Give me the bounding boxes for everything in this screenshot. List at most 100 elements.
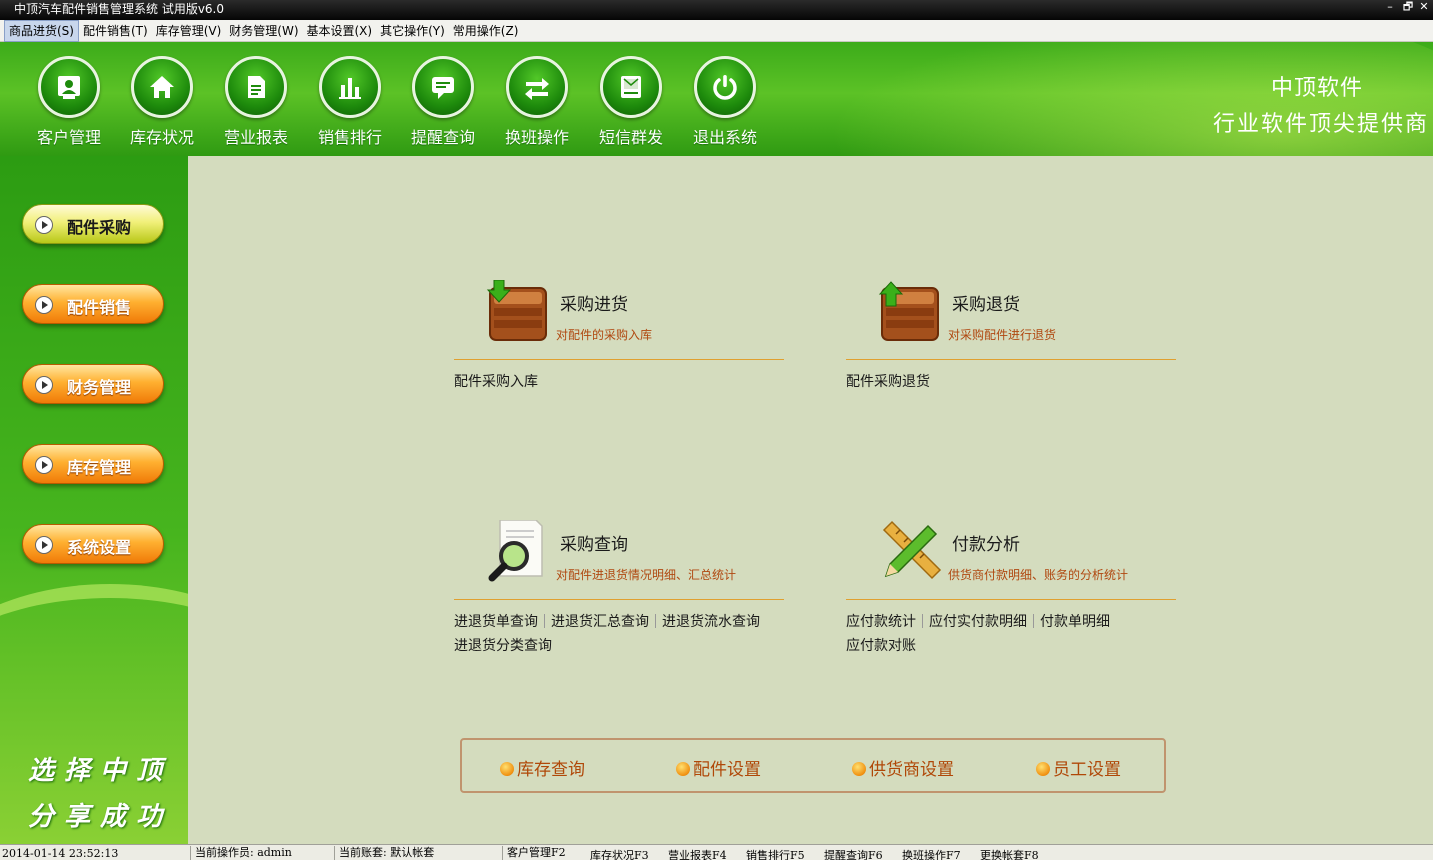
sidebar-item-label: 配件销售 — [67, 298, 132, 317]
card-description: 对采购配件进行退货 — [948, 328, 1057, 342]
link-payable-paid-detail[interactable]: 应付实付款明细 — [929, 614, 1027, 630]
card-purchase-in: 采购进货 对配件的采购入库 配件采购入库 — [454, 279, 784, 400]
toolbar-sms-button[interactable]: 短信群发 — [591, 56, 671, 148]
slogan: 选择中顶 分享成功 — [28, 748, 172, 840]
card-divider — [454, 599, 784, 600]
status-shortcut-shift[interactable]: 换班操作F7 — [902, 847, 961, 860]
card-links: 应付款统计 应付实付款明细 付款单明细 应付款对账 — [846, 610, 1186, 658]
status-account: 当前账套: 默认帐套 — [334, 846, 434, 860]
status-bar: 2014-01-14 23:52:13 当前操作员: admin 当前账套: 默… — [0, 844, 1433, 860]
link-separator — [655, 614, 656, 628]
quick-label: 员工设置 — [1053, 760, 1121, 780]
link-separator — [544, 614, 545, 628]
link-in-out-summary-query[interactable]: 进退货汇总查询 — [551, 614, 649, 630]
sidebar-item-inventory[interactable]: 库存管理 — [22, 444, 164, 484]
menu-basic-settings[interactable]: 基本设置(X) — [303, 21, 377, 41]
menu-common-ops[interactable]: 常用操作(Z) — [449, 21, 523, 41]
toolbar-label: 换班操作 — [504, 128, 569, 147]
sidebar-item-parts-sales[interactable]: 配件销售 — [22, 284, 164, 324]
card-divider — [846, 599, 1176, 600]
quick-links-bar: 库存查询 配件设置 供货商设置 员工设置 — [460, 738, 1166, 793]
quick-label: 供货商设置 — [869, 760, 954, 780]
quick-inventory-query-button[interactable]: 库存查询 — [500, 755, 585, 780]
quick-parts-settings-button[interactable]: 配件设置 — [676, 755, 761, 780]
link-in-out-category-query[interactable]: 进退货分类查询 — [454, 638, 552, 654]
toolbar-sales-ranking-button[interactable]: 销售排行 — [310, 56, 390, 148]
main-content: 采购进货 对配件的采购入库 配件采购入库 采购退货 对采购配件进行退货 配件采购… — [188, 156, 1433, 844]
bullet-icon — [500, 762, 514, 776]
play-icon — [35, 296, 53, 314]
minimize-icon[interactable]: – — [1383, 0, 1397, 18]
sidebar-item-label: 库存管理 — [67, 458, 132, 477]
toolbar-label: 提醒查询 — [410, 128, 475, 147]
toolbar-exit-button[interactable]: 退出系统 — [685, 56, 765, 148]
power-icon — [694, 56, 756, 118]
menu-inventory[interactable]: 库存管理(V) — [152, 21, 226, 41]
sidebar-item-label: 系统设置 — [67, 538, 132, 557]
status-shortcut-reminder[interactable]: 提醒查询F6 — [824, 847, 883, 860]
status-shortcut-inventory[interactable]: 库存状况F3 — [590, 847, 649, 860]
window-title: 中顶汽车配件销售管理系统 试用版v6.0 — [14, 2, 225, 16]
card-description: 对配件的采购入库 — [556, 328, 653, 342]
pencil-ruler-icon[interactable] — [878, 520, 942, 584]
link-parts-purchase-return[interactable]: 配件采购退货 — [846, 374, 930, 390]
toolbar-label: 库存状况 — [129, 128, 194, 147]
brand-block: 中顶软件 行业软件顶尖提供商 — [1169, 70, 1429, 138]
toolbar-reminder-button[interactable]: 提醒查询 — [403, 56, 483, 148]
card-title[interactable]: 采购退货 — [952, 290, 1020, 315]
status-shortcut-ranking[interactable]: 销售排行F5 — [746, 847, 805, 860]
link-payment-order-detail[interactable]: 付款单明细 — [1040, 614, 1110, 630]
toolbar-label: 销售排行 — [317, 128, 382, 147]
menu-parts-sales[interactable]: 配件销售(T) — [79, 21, 152, 41]
close-icon[interactable]: ✕ — [1417, 0, 1431, 18]
slogan-line: 选择中顶 — [28, 756, 173, 786]
card-title[interactable]: 采购进货 — [560, 290, 628, 315]
sidebar-item-parts-purchase[interactable]: 配件采购 — [22, 204, 164, 244]
card-links: 进退货单查询 进退货汇总查询 进退货流水查询 进退货分类查询 — [454, 610, 794, 658]
play-icon — [35, 216, 53, 234]
link-separator — [1033, 614, 1034, 628]
card-purchase-return: 采购退货 对采购配件进行退货 配件采购退货 — [846, 280, 1176, 400]
link-separator — [922, 614, 923, 628]
link-in-out-order-query[interactable]: 进退货单查询 — [454, 614, 538, 630]
link-parts-purchase-in[interactable]: 配件采购入库 — [454, 374, 538, 390]
card-divider — [846, 359, 1176, 360]
toolbar-label: 营业报表 — [223, 128, 288, 147]
toolbar-customer-button[interactable]: 客户管理 — [29, 56, 109, 148]
quick-supplier-settings-button[interactable]: 供货商设置 — [852, 755, 954, 780]
swap-icon — [506, 56, 568, 118]
status-shortcut-report[interactable]: 营业报表F4 — [668, 847, 727, 860]
card-links: 配件采购入库 — [454, 370, 794, 394]
bar-chart-icon — [319, 56, 381, 118]
sidebar-item-finance[interactable]: 财务管理 — [22, 364, 164, 404]
link-payable-stats[interactable]: 应付款统计 — [846, 614, 916, 630]
box-in-icon[interactable] — [486, 279, 550, 344]
link-in-out-flow-query[interactable]: 进退货流水查询 — [662, 614, 760, 630]
bullet-icon — [1036, 762, 1050, 776]
menu-other-ops[interactable]: 其它操作(Y) — [376, 21, 449, 41]
menu-bar: 商品进货(S) 配件销售(T) 库存管理(V) 财务管理(W) 基本设置(X) … — [0, 19, 1433, 42]
quick-staff-settings-button[interactable]: 员工设置 — [1036, 755, 1121, 780]
sidebar-item-system-settings[interactable]: 系统设置 — [22, 524, 164, 564]
status-shortcut-account-switch[interactable]: 更换帐套F8 — [980, 847, 1039, 860]
sidebar-item-label: 配件采购 — [67, 218, 132, 237]
menu-finance[interactable]: 财务管理(W) — [225, 21, 302, 41]
sms-icon — [600, 56, 662, 118]
slogan-line: 分享成功 — [28, 802, 173, 832]
brand-tagline: 行业软件顶尖提供商 — [1212, 112, 1429, 137]
link-payable-reconcile[interactable]: 应付款对账 — [846, 638, 916, 654]
toolbar-header: 客户管理 库存状况 营业报表 销售排行 提醒查询 换班操作 短信群发 退出系统 … — [0, 42, 1433, 156]
restore-icon[interactable]: 🗗 — [1401, 0, 1415, 18]
menu-goods-purchase[interactable]: 商品进货(S) — [4, 19, 79, 42]
magnifier-doc-icon[interactable] — [486, 519, 550, 584]
status-shortcut-customer[interactable]: 客户管理F2 — [502, 846, 566, 860]
toolbar-label: 客户管理 — [36, 128, 101, 147]
card-payment-analysis: 付款分析 供货商付款明细、账务的分析统计 应付款统计 应付实付款明细 付款单明细 应… — [846, 520, 1176, 660]
toolbar-shift-change-button[interactable]: 换班操作 — [497, 56, 577, 148]
box-out-icon[interactable] — [878, 280, 942, 344]
card-description: 供货商付款明细、账务的分析统计 — [948, 568, 1129, 582]
card-title[interactable]: 采购查询 — [560, 530, 628, 555]
toolbar-report-button[interactable]: 营业报表 — [216, 56, 296, 148]
toolbar-inventory-status-button[interactable]: 库存状况 — [122, 56, 202, 148]
card-title[interactable]: 付款分析 — [952, 530, 1020, 555]
